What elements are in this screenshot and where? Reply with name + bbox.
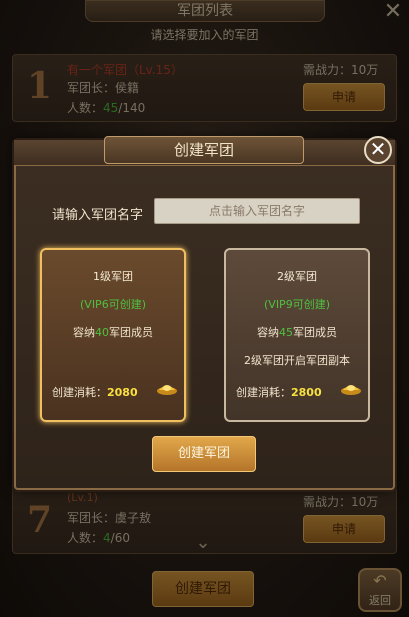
capacity-suffix: 军团成员 bbox=[109, 326, 153, 339]
option-capacity: 容纳45军团成员 bbox=[226, 324, 368, 340]
cost-value: 2080 bbox=[107, 386, 138, 399]
option-requirement: (VIP6可创建) bbox=[80, 298, 146, 311]
dialog-title: 创建军团 bbox=[104, 136, 304, 164]
legion-name-label: 请输入军团名字 bbox=[52, 208, 144, 223]
legion-name-input[interactable] bbox=[154, 198, 360, 224]
option-capacity: 容纳40军团成员 bbox=[42, 324, 184, 340]
option-benefit: 2级军团开启军团副本 bbox=[244, 354, 350, 367]
create-legion-dialog: 创建军团 ✕ 请输入军团名字 1级军团 (VIP6可创建) 容纳40军团成员 创… bbox=[14, 136, 395, 490]
gold-ingot-icon bbox=[341, 385, 361, 395]
capacity-prefix: 容纳 bbox=[73, 326, 95, 339]
cost-label: 创建消耗： bbox=[236, 386, 291, 399]
legion-level-2-option[interactable]: 2级军团 (VIP9可创建) 容纳45军团成员 2级军团开启军团副本 创建消耗：… bbox=[224, 248, 370, 422]
capacity-prefix: 容纳 bbox=[257, 326, 279, 339]
option-requirement: (VIP9可创建) bbox=[264, 298, 330, 311]
confirm-create-legion-button[interactable]: 创建军团 bbox=[152, 436, 256, 472]
close-icon[interactable]: ✕ bbox=[364, 136, 392, 164]
capacity-suffix: 军团成员 bbox=[293, 326, 337, 339]
capacity-value: 45 bbox=[279, 326, 293, 339]
gold-ingot-icon bbox=[157, 385, 177, 395]
capacity-value: 40 bbox=[95, 326, 109, 339]
cost-label: 创建消耗： bbox=[52, 386, 107, 399]
option-title: 2级军团 bbox=[277, 270, 317, 283]
legion-level-1-option[interactable]: 1级军团 (VIP6可创建) 容纳40军团成员 创建消耗：2080 bbox=[40, 248, 186, 422]
cost-value: 2800 bbox=[291, 386, 322, 399]
option-cost: 创建消耗：2080 bbox=[52, 384, 138, 400]
option-title: 1级军团 bbox=[93, 270, 133, 283]
option-cost: 创建消耗：2800 bbox=[236, 384, 322, 400]
